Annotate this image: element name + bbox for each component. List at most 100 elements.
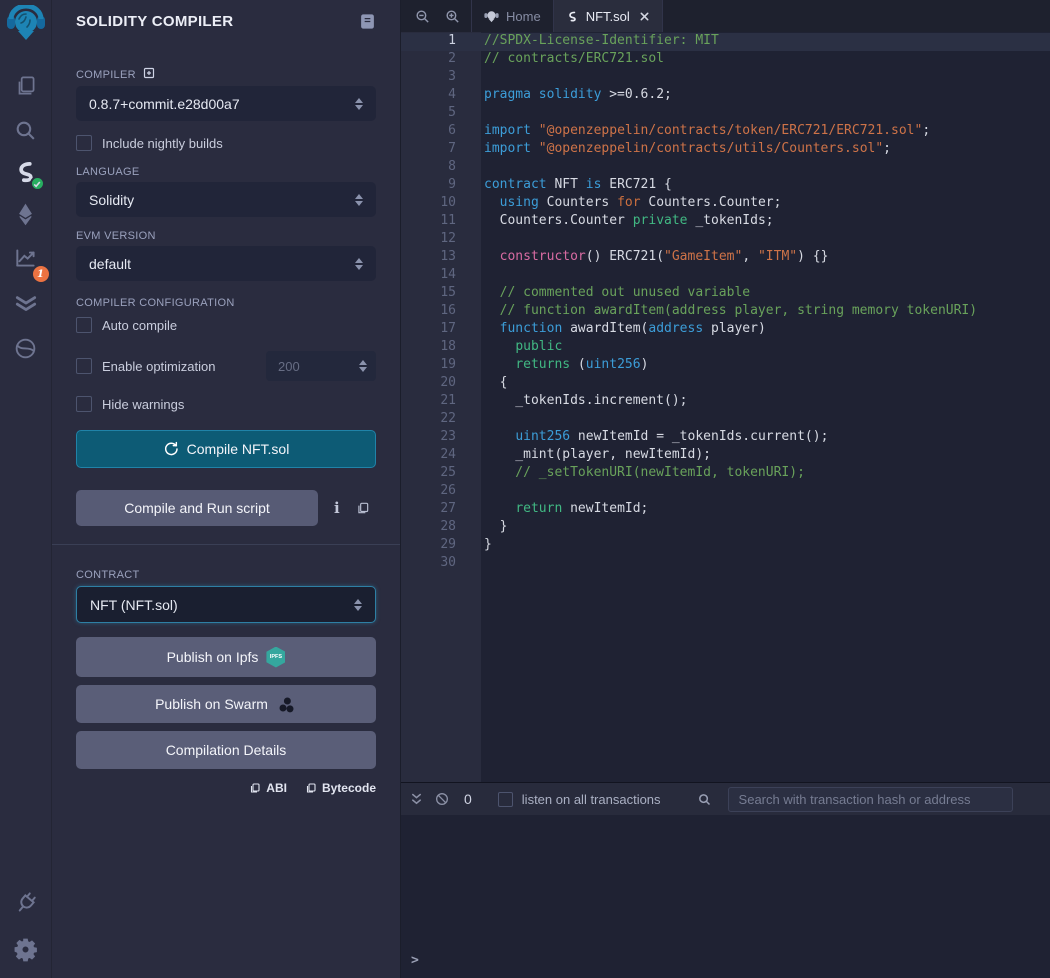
info-icon[interactable]: i xyxy=(332,499,342,517)
code-line-11[interactable]: 11 Counters.Counter private _tokenIds; xyxy=(401,213,1050,231)
tab-nft-sol[interactable]: NFT.sol xyxy=(553,0,663,32)
line-content: uint256 newItemId = _tokenIds.current(); xyxy=(481,429,828,447)
code-line-24[interactable]: 24 _mint(player, newItemId); xyxy=(401,447,1050,465)
compile-and-run-button[interactable]: Compile and Run script xyxy=(76,490,318,526)
clear-console-icon[interactable] xyxy=(434,791,450,807)
copy-abi-button[interactable]: ABI xyxy=(249,781,287,795)
code-line-3[interactable]: 3 xyxy=(401,69,1050,87)
line-content: using Counters for Counters.Counter; xyxy=(481,195,781,213)
notification-badge: 1 xyxy=(33,266,49,282)
code-line-10[interactable]: 10 using Counters for Counters.Counter; xyxy=(401,195,1050,213)
line-number: 2 xyxy=(401,51,481,69)
panel-divider xyxy=(52,544,400,545)
solidity-compiler-icon[interactable] xyxy=(9,155,43,189)
auto-compile-checkbox[interactable]: Auto compile xyxy=(76,317,376,333)
code-line-29[interactable]: 29} xyxy=(401,537,1050,555)
code-line-7[interactable]: 7import "@openzeppelin/contracts/utils/C… xyxy=(401,141,1050,159)
home-icon xyxy=(484,9,499,24)
publish-ipfs-button[interactable]: Publish on Ipfs IPFS xyxy=(76,637,376,677)
deploy-run-icon[interactable] xyxy=(9,197,43,231)
compile-success-badge xyxy=(30,176,45,191)
line-number: 15 xyxy=(401,285,481,303)
code-line-1[interactable]: 1//SPDX-License-Identifier: MIT xyxy=(401,33,1050,51)
stepper-caret-icon[interactable] xyxy=(359,360,367,372)
code-line-30[interactable]: 30 xyxy=(401,555,1050,573)
code-line-5[interactable]: 5 xyxy=(401,105,1050,123)
search-icon[interactable] xyxy=(9,113,43,147)
remix-ide-window: 1 SOL xyxy=(0,0,1050,978)
remix-logo xyxy=(6,5,46,45)
code-line-21[interactable]: 21 _tokenIds.increment(); xyxy=(401,393,1050,411)
unit-testing-icon[interactable] xyxy=(9,285,43,319)
hide-warnings-checkbox[interactable]: Hide warnings xyxy=(76,396,376,412)
checkbox-box[interactable] xyxy=(76,396,92,412)
code-line-26[interactable]: 26 xyxy=(401,483,1050,501)
compiler-version-select[interactable]: 0.8.7+commit.e28d00a7 xyxy=(76,86,376,121)
remix-logo-icon[interactable] xyxy=(6,5,46,45)
copy-bytecode-button[interactable]: Bytecode xyxy=(305,781,376,795)
code-line-19[interactable]: 19 returns (uint256) xyxy=(401,357,1050,375)
plugin-manager-icon[interactable] xyxy=(9,886,43,920)
language-select[interactable]: Solidity xyxy=(76,182,376,217)
contract-select[interactable]: NFT (NFT.sol) xyxy=(76,586,376,623)
code-line-4[interactable]: 4pragma solidity >=0.6.2; xyxy=(401,87,1050,105)
code-line-16[interactable]: 16 // function awardItem(address player,… xyxy=(401,303,1050,321)
checkbox-box[interactable] xyxy=(498,792,513,807)
code-line-8[interactable]: 8 xyxy=(401,159,1050,177)
code-line-9[interactable]: 9contract NFT is ERC721 { xyxy=(401,177,1050,195)
debugger-icon[interactable] xyxy=(9,331,43,365)
code-line-6[interactable]: 6import "@openzeppelin/contracts/token/E… xyxy=(401,123,1050,141)
code-line-20[interactable]: 20 { xyxy=(401,375,1050,393)
file-explorer-icon[interactable] xyxy=(9,69,43,103)
transaction-search-input[interactable] xyxy=(728,787,1013,812)
line-content xyxy=(481,267,484,285)
code-editor[interactable]: 1//SPDX-License-Identifier: MIT2// contr… xyxy=(401,32,1050,782)
checkbox-box[interactable] xyxy=(76,358,92,374)
add-compiler-icon[interactable] xyxy=(143,67,155,82)
zoom-in-icon[interactable] xyxy=(437,0,467,32)
code-line-22[interactable]: 22 xyxy=(401,411,1050,429)
docs-icon[interactable] xyxy=(359,13,376,30)
line-number: 21 xyxy=(401,393,481,411)
line-number: 6 xyxy=(401,123,481,141)
analytics-icon[interactable]: 1 xyxy=(9,241,43,275)
evm-version-select[interactable]: default xyxy=(76,246,376,281)
close-tab-icon[interactable] xyxy=(639,11,650,22)
code-line-25[interactable]: 25 // _setTokenURI(newItemId, tokenURI); xyxy=(401,465,1050,483)
code-line-12[interactable]: 12 xyxy=(401,231,1050,249)
terminal-output[interactable]: > xyxy=(401,815,1050,978)
expand-terminal-icon[interactable] xyxy=(409,792,424,807)
compilation-details-button[interactable]: Compilation Details xyxy=(76,731,376,769)
main-area: Home NFT.sol 1//SPDX-License-Identifier:… xyxy=(400,0,1050,978)
code-line-23[interactable]: 23 uint256 newItemId = _tokenIds.current… xyxy=(401,429,1050,447)
copy-icon[interactable] xyxy=(356,501,370,515)
code-line-17[interactable]: 17 function awardItem(address player) xyxy=(401,321,1050,339)
tab-home[interactable]: Home xyxy=(471,0,553,32)
line-content: // contracts/ERC721.sol xyxy=(481,51,664,69)
line-number: 12 xyxy=(401,231,481,249)
code-line-13[interactable]: 13 constructor() ERC721("GameItem", "ITM… xyxy=(401,249,1050,267)
compiler-section-label: COMPILER xyxy=(76,67,376,82)
publish-swarm-button[interactable]: Publish on Swarm xyxy=(76,685,376,723)
side-panel: SOLIDITY COMPILER COMPILER 0.8.7+commit.… xyxy=(52,0,400,978)
compile-button[interactable]: Compile NFT.sol xyxy=(76,430,376,468)
code-line-14[interactable]: 14 xyxy=(401,267,1050,285)
contract-section-label: CONTRACT xyxy=(76,569,376,581)
settings-icon[interactable] xyxy=(9,932,43,966)
enable-optimization-checkbox[interactable]: Enable optimization xyxy=(76,358,215,374)
zoom-out-icon[interactable] xyxy=(407,0,437,32)
line-content xyxy=(481,483,484,501)
checkbox-box[interactable] xyxy=(76,135,92,151)
code-line-27[interactable]: 27 return newItemId; xyxy=(401,501,1050,519)
language-section-label: LANGUAGE xyxy=(76,166,376,178)
line-number: 29 xyxy=(401,537,481,555)
code-line-15[interactable]: 15 // commented out unused variable xyxy=(401,285,1050,303)
ipfs-icon: IPFS xyxy=(266,647,285,668)
code-line-18[interactable]: 18 public xyxy=(401,339,1050,357)
line-content: pragma solidity >=0.6.2; xyxy=(481,87,672,105)
code-line-28[interactable]: 28 } xyxy=(401,519,1050,537)
include-nightly-checkbox[interactable]: Include nightly builds xyxy=(76,135,376,151)
listen-all-transactions-checkbox[interactable]: listen on all transactions xyxy=(498,792,661,807)
checkbox-box[interactable] xyxy=(76,317,92,333)
code-line-2[interactable]: 2// contracts/ERC721.sol xyxy=(401,51,1050,69)
